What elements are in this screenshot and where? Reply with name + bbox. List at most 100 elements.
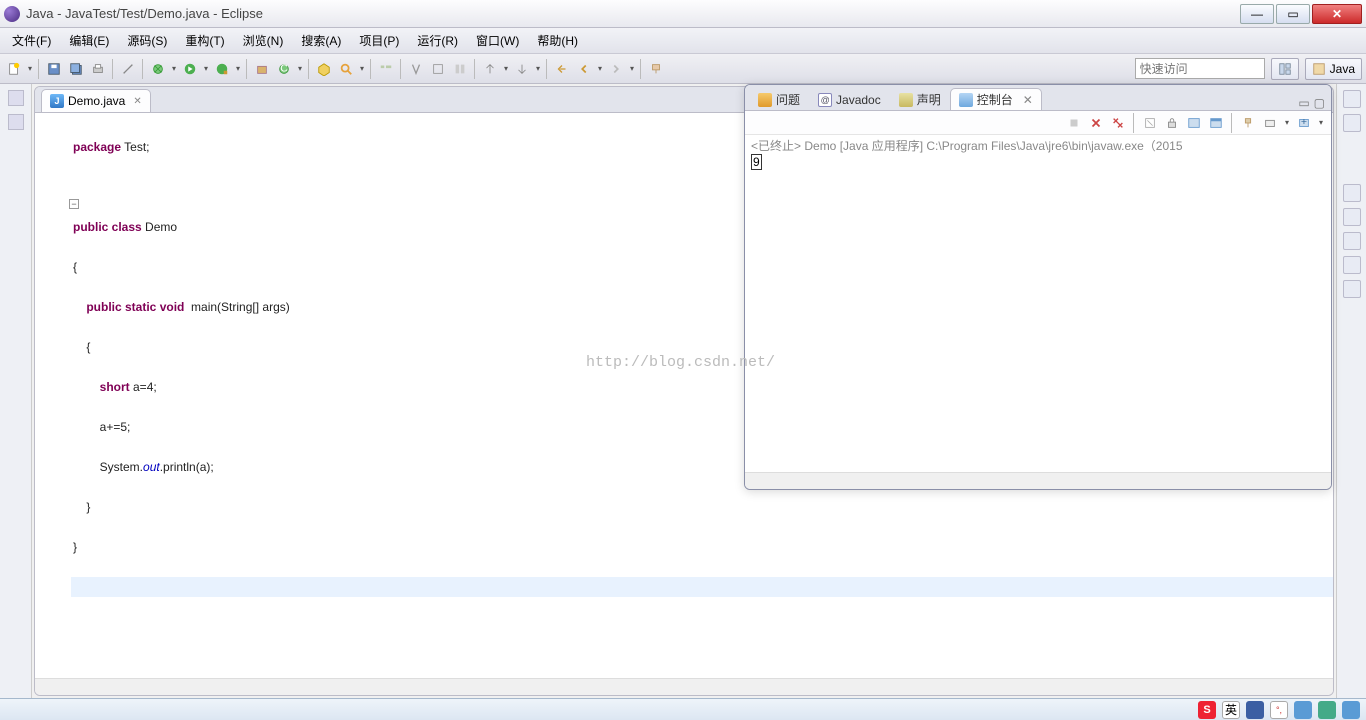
titlebar: Java - JavaTest/Test/Demo.java - Eclipse… — [0, 0, 1366, 28]
ime-skin-icon[interactable] — [1318, 701, 1336, 719]
dropdown-icon[interactable]: ▾ — [1317, 118, 1325, 127]
menu-run[interactable]: 运行(R) — [409, 29, 466, 52]
last-edit-icon[interactable] — [552, 59, 572, 79]
open-type-icon[interactable] — [314, 59, 334, 79]
remove-all-icon[interactable] — [1109, 114, 1127, 132]
menu-window[interactable]: 窗口(W) — [468, 29, 527, 52]
dropdown-icon[interactable]: ▾ — [628, 64, 636, 73]
javadoc-icon: @ — [818, 93, 832, 107]
open-perspective-button[interactable] — [1271, 58, 1299, 80]
open-console-icon[interactable]: + — [1295, 114, 1313, 132]
annotation-next-icon[interactable] — [512, 59, 532, 79]
console-icon — [959, 93, 973, 107]
run-icon[interactable] — [180, 59, 200, 79]
new-package-icon[interactable] — [252, 59, 272, 79]
fastview-icon[interactable] — [1343, 232, 1361, 250]
maximize-button[interactable]: ▭ — [1276, 4, 1310, 24]
back-icon[interactable] — [574, 59, 594, 79]
dropdown-icon[interactable]: ▾ — [234, 64, 242, 73]
ime-tool-icon[interactable] — [1342, 701, 1360, 719]
dropdown-icon[interactable]: ▾ — [26, 64, 34, 73]
tab-problems[interactable]: 问题 — [749, 88, 809, 110]
editor-ruler — [35, 113, 65, 678]
ime-punct-icon[interactable]: °, — [1270, 701, 1288, 719]
toggle-breadcrumb-icon[interactable] — [376, 59, 396, 79]
quick-access-input[interactable] — [1135, 58, 1265, 79]
dropdown-icon[interactable]: ▾ — [296, 64, 304, 73]
ime-keyboard-icon[interactable] — [1294, 701, 1312, 719]
menu-refactor[interactable]: 重构(T) — [177, 29, 232, 52]
statusbar: S 英 °, — [0, 698, 1366, 720]
ime-lang-icon[interactable]: 英 — [1222, 701, 1240, 719]
remove-launch-icon[interactable] — [1087, 114, 1105, 132]
minimize-view-icon[interactable]: ▭ — [1298, 96, 1309, 110]
block-selection-icon[interactable] — [428, 59, 448, 79]
pin-console-icon[interactable] — [1239, 114, 1257, 132]
terminate-icon[interactable] — [1065, 114, 1083, 132]
dropdown-icon[interactable]: ▾ — [202, 64, 210, 73]
scroll-lock-icon[interactable] — [1163, 114, 1181, 132]
close-tab-icon[interactable]: ✕ — [1023, 93, 1033, 107]
new-icon[interactable] — [4, 59, 24, 79]
show-whitespace-icon[interactable] — [450, 59, 470, 79]
close-tab-icon[interactable]: ✕ — [133, 96, 141, 107]
outline-view-icon[interactable] — [1343, 90, 1361, 108]
annotation-prev-icon[interactable] — [480, 59, 500, 79]
svg-text:C: C — [280, 62, 288, 74]
window-buttons: — ▭ ✕ — [1238, 4, 1362, 24]
show-console-icon[interactable] — [1207, 114, 1225, 132]
menu-project[interactable]: 项目(P) — [351, 29, 407, 52]
dropdown-icon[interactable]: ▾ — [534, 64, 542, 73]
window-title: Java - JavaTest/Test/Demo.java - Eclipse — [26, 6, 1238, 21]
link-icon[interactable] — [118, 59, 138, 79]
close-button[interactable]: ✕ — [1312, 4, 1362, 24]
menu-edit[interactable]: 编辑(E) — [61, 29, 117, 52]
display-selected-icon[interactable] — [1261, 114, 1279, 132]
task-list-icon[interactable] — [1343, 114, 1361, 132]
editor-tab-demo[interactable]: J Demo.java ✕ — [41, 89, 151, 112]
dropdown-icon[interactable]: ▾ — [358, 64, 366, 73]
debug-icon[interactable] — [148, 59, 168, 79]
console-output[interactable]: <已终止> Demo [Java 应用程序] C:\Program Files\… — [745, 135, 1331, 472]
forward-icon[interactable] — [606, 59, 626, 79]
menubar: 文件(F) 编辑(E) 源码(S) 重构(T) 浏览(N) 搜索(A) 项目(P… — [0, 28, 1366, 54]
perspective-label: Java — [1330, 62, 1355, 76]
dropdown-icon[interactable]: ▾ — [1283, 118, 1291, 127]
print-icon[interactable] — [88, 59, 108, 79]
maximize-view-icon[interactable]: ▢ — [1314, 96, 1325, 110]
fastview-icon[interactable] — [1343, 208, 1361, 226]
java-perspective-button[interactable]: Java — [1305, 58, 1362, 80]
minimize-button[interactable]: — — [1240, 4, 1274, 24]
fastview-icon[interactable] — [1343, 280, 1361, 298]
sogou-ime-icon[interactable]: S — [1198, 701, 1216, 719]
dropdown-icon[interactable]: ▾ — [170, 64, 178, 73]
console-hscroll[interactable] — [745, 472, 1331, 489]
left-trim — [0, 84, 32, 698]
menu-source[interactable]: 源码(S) — [119, 29, 175, 52]
tab-javadoc[interactable]: @Javadoc — [809, 88, 890, 110]
new-class-icon[interactable]: C — [274, 59, 294, 79]
clear-console-icon[interactable] — [1141, 114, 1159, 132]
tab-console[interactable]: 控制台✕ — [950, 88, 1042, 110]
fastview-icon[interactable] — [1343, 256, 1361, 274]
word-wrap-icon[interactable] — [1185, 114, 1203, 132]
package-explorer-icon[interactable] — [8, 114, 24, 130]
search-icon[interactable] — [336, 59, 356, 79]
mark-occurrences-icon[interactable] — [406, 59, 426, 79]
tab-declaration[interactable]: 声明 — [890, 88, 950, 110]
save-icon[interactable] — [44, 59, 64, 79]
menu-search[interactable]: 搜索(A) — [293, 29, 349, 52]
pin-editor-icon[interactable] — [646, 59, 666, 79]
editor-hscroll[interactable] — [35, 678, 1333, 695]
dropdown-icon[interactable]: ▾ — [596, 64, 604, 73]
menu-file[interactable]: 文件(F) — [4, 29, 59, 52]
ime-moon-icon[interactable] — [1246, 701, 1264, 719]
run-last-icon[interactable] — [212, 59, 232, 79]
fastview-icon[interactable] — [1343, 184, 1361, 202]
menu-help[interactable]: 帮助(H) — [529, 29, 586, 52]
save-all-icon[interactable] — [66, 59, 86, 79]
menu-navigate[interactable]: 浏览(N) — [235, 29, 292, 52]
restore-view-icon[interactable] — [8, 90, 24, 106]
dropdown-icon[interactable]: ▾ — [502, 64, 510, 73]
editor-tab-label: Demo.java — [68, 94, 125, 108]
